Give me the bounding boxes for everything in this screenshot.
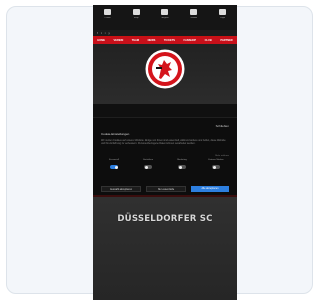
top-utility-bar: Tickets Shop Mitglied Stadion Login (93, 5, 237, 30)
member-icon (161, 9, 169, 15)
nav-item-partner[interactable]: PARTNER (220, 37, 232, 44)
main-navigation: HOME VEREIN TEAM NEWS TICKETS FANSHOP CL… (93, 37, 237, 44)
nav-item-tickets[interactable]: TICKETS (164, 37, 175, 44)
essential-only-button[interactable]: Nur essenzielle (146, 186, 186, 192)
statistics-toggle[interactable] (144, 165, 152, 169)
topbar-item-label: Mitglied (161, 17, 169, 19)
topbar-item-label: Shop (133, 17, 139, 19)
nav-item-verein[interactable]: VEREIN (114, 37, 124, 44)
category-label: Externe Medien (208, 159, 224, 161)
cookie-category-marketing: Marketing (169, 159, 195, 169)
nav-item-fanshop[interactable]: FANSHOP (184, 37, 197, 44)
topbar-item-label: Login (220, 17, 226, 19)
nav-item-news[interactable]: NEWS (148, 37, 156, 44)
cookie-category-essential: Essenziell (101, 159, 127, 169)
lower-section (93, 197, 237, 300)
club-crest-logo[interactable] (145, 49, 185, 89)
topbar-item-label: Stadion (190, 17, 198, 19)
stadium-icon (190, 9, 198, 15)
nav-item-team[interactable]: TEAM (132, 37, 139, 44)
cookie-consent-dialog: Schließen Cookie-Einstellungen Wir nutze… (93, 117, 237, 195)
topbar-item-login[interactable]: Login (212, 9, 234, 20)
website-screenshot: Tickets Shop Mitglied Stadion Login f t … (93, 5, 237, 300)
accept-selection-button[interactable]: Auswahl akzeptieren (101, 186, 141, 192)
cookie-title: Cookie-Einstellungen (101, 132, 130, 136)
external-media-toggle[interactable] (212, 165, 220, 169)
category-label: Essenziell (109, 159, 119, 161)
cookie-more-link[interactable]: Mehr erfahren (215, 155, 229, 157)
nav-item-home[interactable]: HOME (97, 37, 105, 44)
topbar-item-shop[interactable]: Shop (125, 9, 147, 20)
topbar-item-label: Tickets (104, 17, 111, 19)
nav-item-club[interactable]: CLUB (205, 37, 212, 44)
topbar-item-stadium[interactable]: Stadion (183, 9, 205, 20)
essential-toggle[interactable] (110, 165, 118, 169)
cookie-description: Wir nutzen Cookies auf unserer Website. … (101, 139, 226, 146)
accept-all-button[interactable]: Alle akzeptieren (191, 186, 229, 192)
topbar-item-tickets[interactable]: Tickets (96, 9, 118, 20)
cookie-category-statistics: Statistiken (135, 159, 161, 169)
topbar-item-member[interactable]: Mitglied (154, 9, 176, 20)
category-label: Marketing (177, 159, 187, 161)
login-icon (219, 9, 227, 15)
cookie-categories: Essenziell Statistiken Marketing Externe… (101, 159, 229, 169)
ticket-icon (103, 9, 111, 15)
marketing-toggle[interactable] (178, 165, 186, 169)
cookie-close-link[interactable]: Schließen (216, 124, 229, 128)
category-label: Statistiken (142, 159, 154, 161)
hero-title: DÜSSELDORFER SC (117, 214, 213, 224)
cookie-category-external-media: Externe Medien (203, 159, 229, 169)
cookie-buttons: Auswahl akzeptieren Nur essenzielle Alle… (101, 186, 229, 192)
shop-icon (132, 9, 140, 15)
